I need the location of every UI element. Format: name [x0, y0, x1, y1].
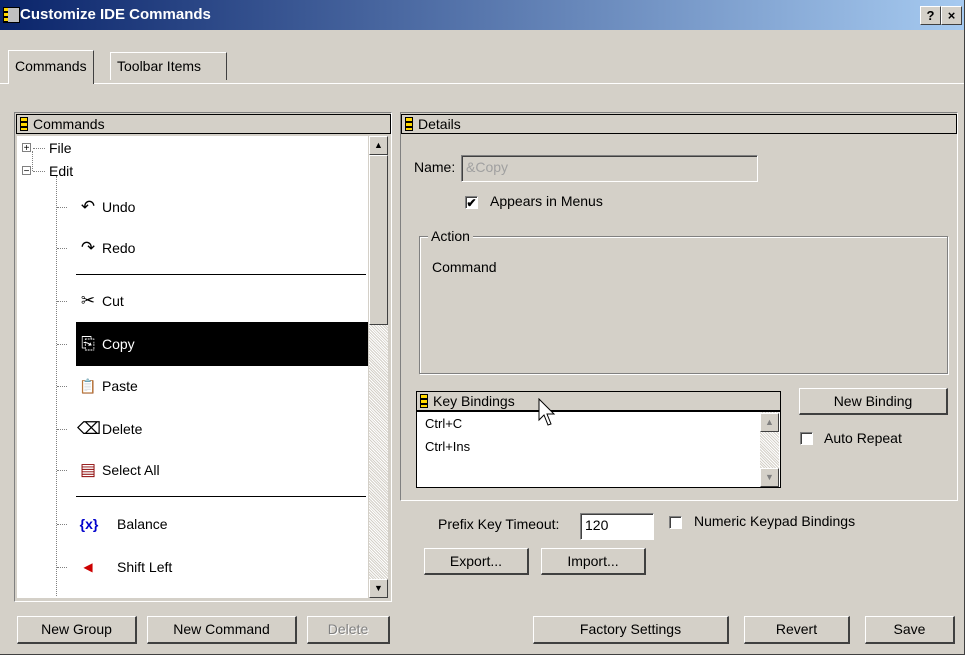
numeric-keypad-label: Numeric Keypad Bindings [694, 513, 856, 529]
tree-item-copy[interactable]: ⎘ Copy [17, 333, 357, 355]
tab-commands[interactable]: Commands [8, 50, 94, 84]
auto-repeat-label: Auto Repeat [824, 430, 902, 446]
copy-icon: ⎘ [81, 334, 95, 353]
scroll-up-arrow-icon[interactable]: ▲ [369, 136, 388, 155]
tree-item-label: Paste [102, 378, 138, 394]
app-icon [3, 7, 20, 23]
tree-item-file[interactable]: + File [17, 137, 357, 159]
name-field[interactable]: &Copy [461, 155, 758, 182]
commands-tree[interactable]: + File − Edit ↶ Undo ↷ Redo ✂ Cut ⎘ Copy… [17, 136, 368, 598]
scroll-up-arrow-icon[interactable]: ▲ [760, 413, 779, 432]
action-value: Command [432, 259, 497, 275]
tree-line [57, 248, 67, 250]
balance-icon: {x} [79, 516, 99, 532]
new-binding-button[interactable]: New Binding [799, 388, 948, 415]
grip-icon [405, 117, 413, 131]
tree-item-undo[interactable]: ↶ Undo [17, 196, 357, 218]
tree-line [57, 567, 67, 569]
prefix-key-timeout-label: Prefix Key Timeout: [438, 516, 560, 532]
tree-line [33, 171, 45, 173]
collapse-icon[interactable]: − [22, 166, 31, 177]
tree-item-label: Select All [102, 462, 160, 478]
tree-item-label: Shift Left [117, 559, 173, 575]
delete-button[interactable]: Delete [307, 616, 390, 644]
window-title: Customize IDE Commands [20, 6, 211, 23]
revert-button[interactable]: Revert [744, 616, 850, 644]
select-all-icon: ▤ [79, 460, 97, 479]
tab-divider [0, 83, 964, 84]
tree-line [57, 344, 67, 346]
appears-in-menus-label: Appears in Menus [490, 193, 603, 209]
numeric-keypad-checkbox[interactable] [669, 516, 682, 529]
tree-item-label: Copy [102, 336, 135, 352]
action-group-label: Action [428, 228, 473, 244]
factory-settings-button[interactable]: Factory Settings [533, 616, 729, 644]
scroll-down-arrow-icon[interactable]: ▼ [760, 468, 779, 487]
import-button[interactable]: Import... [541, 548, 646, 575]
tree-item-edit[interactable]: − Edit [17, 160, 357, 182]
shift-left-icon: ◀ [83, 560, 93, 574]
tree-item-label: Redo [102, 240, 136, 256]
key-bindings-header-label: Key Bindings [433, 393, 515, 409]
menu-separator [76, 496, 366, 497]
help-button[interactable]: ? [920, 6, 941, 25]
name-label: Name: [414, 159, 456, 175]
scroll-thumb[interactable] [369, 155, 388, 325]
tab-toolbar-items[interactable]: Toolbar Items [110, 52, 227, 80]
grip-icon [420, 394, 428, 408]
grip-icon [20, 117, 28, 131]
undo-icon: ↶ [80, 197, 96, 216]
scroll-down-arrow-icon[interactable]: ▼ [369, 579, 388, 598]
tree-item-shift-left[interactable]: ◀ Shift Left [17, 556, 357, 578]
delete-icon: ⌫ [77, 419, 102, 438]
tree-item-label: Delete [102, 421, 143, 437]
tree-item-paste[interactable]: 📋 Paste [17, 375, 357, 397]
key-binding-item[interactable]: Ctrl+C [425, 416, 462, 431]
mouse-cursor-icon [538, 398, 556, 426]
title-bar[interactable]: Customize IDE Commands ? × [0, 0, 964, 30]
tree-line [57, 386, 67, 388]
tree-item-balance[interactable]: {x} Balance [17, 513, 357, 535]
tree-item-label: Balance [117, 516, 168, 532]
key-binding-item[interactable]: Ctrl+Ins [425, 439, 470, 454]
details-header-label: Details [418, 116, 461, 132]
tree-line [57, 470, 67, 472]
customize-ide-commands-window: Customize IDE Commands ? × Commands Tool… [0, 0, 965, 655]
tree-item-cut[interactable]: ✂ Cut [17, 290, 357, 312]
menu-separator [76, 274, 366, 275]
new-group-button[interactable]: New Group [17, 616, 137, 644]
close-button[interactable]: × [941, 6, 962, 25]
tree-item-redo[interactable]: ↷ Redo [17, 237, 357, 259]
appears-in-menus-checkbox[interactable]: ✔ [465, 196, 478, 209]
tree-item-delete[interactable]: ⌫ Delete [17, 418, 357, 440]
commands-header-label: Commands [33, 116, 105, 132]
save-button[interactable]: Save [865, 616, 955, 644]
tree-line [57, 524, 67, 526]
tree-line [57, 301, 67, 303]
tree-line [33, 148, 45, 150]
tree-item-label: File [49, 140, 72, 156]
tree-item-label: Edit [49, 163, 74, 179]
redo-icon: ↷ [80, 238, 96, 257]
prefix-key-timeout-field[interactable]: 120 [580, 513, 654, 540]
tree-item-label: Undo [102, 199, 136, 215]
action-groupbox [419, 236, 948, 374]
tree-line [57, 429, 67, 431]
commands-panel-header: Commands [16, 114, 391, 134]
expand-icon[interactable]: + [22, 143, 31, 154]
auto-repeat-checkbox[interactable] [800, 432, 813, 445]
tree-item-select-all[interactable]: ▤ Select All [17, 459, 357, 481]
details-panel-header: Details [401, 114, 957, 134]
tree-line [57, 207, 67, 209]
paste-icon: 📋 [79, 378, 97, 394]
export-button[interactable]: Export... [424, 548, 529, 575]
tree-item-label: Cut [102, 293, 124, 309]
key-bindings-header: Key Bindings [416, 391, 781, 411]
scissors-icon: ✂ [80, 291, 96, 310]
new-command-button[interactable]: New Command [147, 616, 297, 644]
key-bindings-list[interactable]: Ctrl+C Ctrl+Ins ▲ ▼ [416, 411, 781, 488]
